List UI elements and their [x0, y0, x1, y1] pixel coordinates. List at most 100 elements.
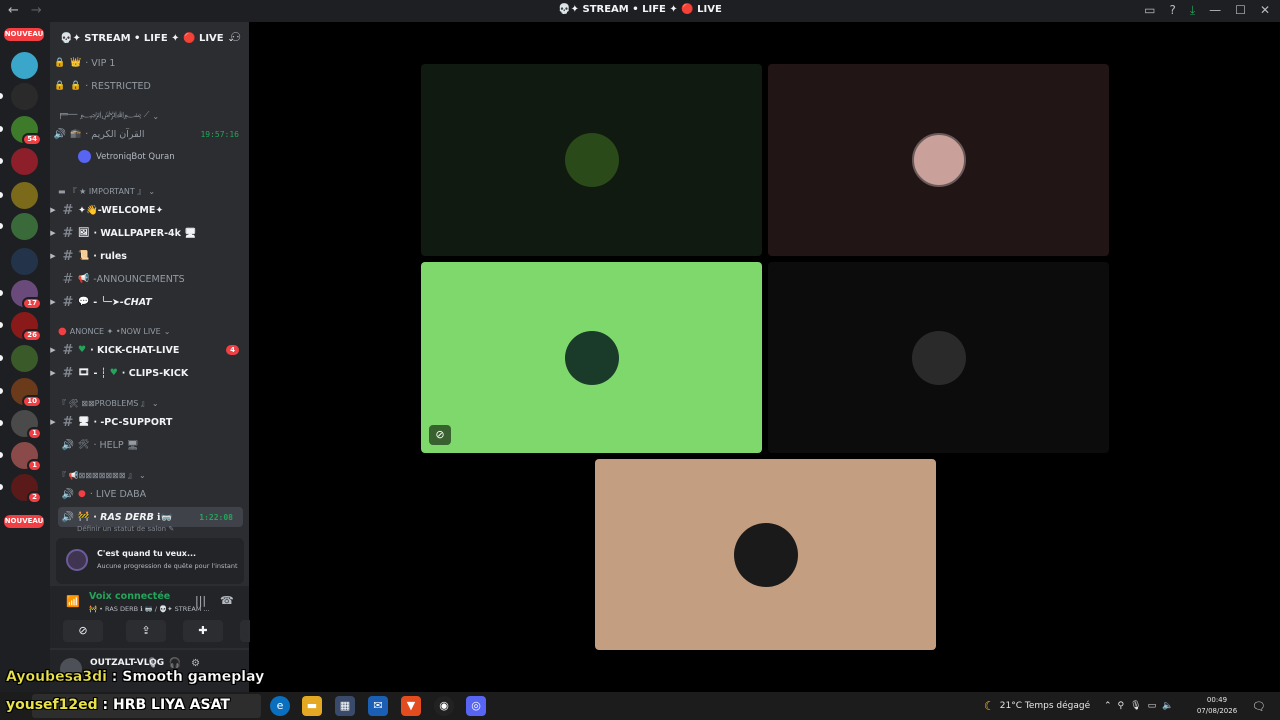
- chevron-up-icon[interactable]: ⌃: [1104, 701, 1112, 711]
- chevron-down-icon: ⌄: [138, 471, 146, 480]
- server-5-icon[interactable]: [11, 182, 38, 209]
- unread-pill: [0, 484, 3, 490]
- volume-icon[interactable]: 🔈: [1162, 701, 1173, 711]
- mail-icon[interactable]: ✉: [368, 696, 388, 716]
- network-icon[interactable]: ⚲: [1118, 701, 1125, 711]
- noise-suppression-icon[interactable]: |||: [195, 594, 206, 607]
- add-user-icon[interactable]: ⚇: [230, 30, 241, 44]
- channel-welcome[interactable]: ▶ # ✦👋-WELCOME✦: [50, 200, 249, 220]
- minimize-button[interactable]: —: [1209, 3, 1221, 18]
- microphone-icon[interactable]: 🎙: [146, 658, 159, 669]
- moon-icon: ☾: [984, 699, 995, 713]
- server-6-icon[interactable]: [11, 213, 38, 240]
- category-live[interactable]: 『 📢⊠⊠⊠⊠⊠⊠⊠ 』 ⌄: [58, 470, 146, 481]
- unread-pill: [0, 452, 3, 458]
- chevron-down-icon: ⌄: [163, 327, 171, 336]
- microphone-icon[interactable]: 🎙: [1130, 701, 1141, 711]
- channel-vip[interactable]: 🔒 👑 · VIP 1: [50, 53, 249, 73]
- tile-dark[interactable]: [768, 262, 1109, 453]
- store-icon[interactable]: ▦: [335, 696, 355, 716]
- channel-clips-kick[interactable]: ▶ # 🎞 - ┆ ♥ · CLIPS-KICK: [50, 363, 249, 383]
- unread-pill: [0, 420, 3, 426]
- scroll-icon: 📜: [78, 251, 90, 261]
- voice-channel-help[interactable]: 🔊 🛠 · HELP 🖥: [50, 435, 249, 455]
- quest-card[interactable]: C'est quand tu veux... Aucune progressio…: [56, 538, 244, 584]
- server-folder-icon[interactable]: [11, 248, 38, 275]
- server-rail: NOUVEAU 54 17 26 10 1 1 2 NOUVEAU: [0, 22, 50, 692]
- goggles-icon: 🥽: [160, 511, 173, 523]
- voice-channel-ras-derb[interactable]: 🔊 🚧 · RAS DERB ℹ 🥽 1:22:08: [58, 507, 243, 527]
- screen-share-icon[interactable]: ⇪: [126, 620, 166, 642]
- battery-icon[interactable]: ▭: [1148, 701, 1157, 711]
- server-3-icon[interactable]: 54: [11, 116, 42, 146]
- monitor-icon: 🖥: [78, 417, 90, 427]
- camera-off-icon[interactable]: ⊘: [63, 620, 103, 642]
- voice-status[interactable]: Voix connectée: [89, 591, 170, 602]
- unread-pill: [0, 192, 3, 198]
- notification-icon[interactable]: 🗨: [1252, 692, 1266, 720]
- signal-icon[interactable]: 📶: [66, 595, 80, 608]
- quest-title: C'est quand tu veux...: [97, 549, 197, 558]
- help-icon[interactable]: ?: [1169, 3, 1175, 18]
- brave-icon[interactable]: ▼: [401, 696, 421, 716]
- obs-icon[interactable]: ◉: [434, 696, 454, 716]
- avatar: [564, 133, 619, 187]
- maximize-button[interactable]: ☐: [1235, 3, 1246, 18]
- voice-channel-quran[interactable]: 🔊 🕋 · القرآن الكريم 19:57:16: [50, 124, 249, 144]
- category-quran[interactable]: ╒═── ﷽ ⟋ ⌄: [58, 110, 159, 123]
- green-heart-icon: ♥: [109, 368, 118, 378]
- channel-restricted[interactable]: 🔒 🔒 · RESTRICTED: [50, 76, 249, 96]
- channel-pc-support[interactable]: ▶ # 🖥 · -PC-SUPPORT: [50, 412, 249, 432]
- server-10-icon[interactable]: 10: [11, 378, 42, 408]
- server-13-icon[interactable]: 2: [11, 474, 42, 504]
- tile-babanof[interactable]: [421, 64, 762, 256]
- voice-timer: 19:57:16: [200, 129, 239, 139]
- headphones-icon[interactable]: 🎧: [169, 658, 181, 669]
- category-anonce[interactable]: ● ANONCE ✦ •NOW LIVE ⌄: [58, 326, 170, 337]
- chevron-down-icon: ⌄: [151, 399, 159, 408]
- voice-channel-name[interactable]: 🚧 • RAS DERB ℹ 🥽 / 💀✦ STREAM ...: [89, 605, 210, 613]
- download-icon[interactable]: ⤓: [1190, 3, 1195, 18]
- server-badge: 10: [22, 395, 42, 408]
- edge-icon[interactable]: e: [270, 696, 290, 716]
- set-status-hint[interactable]: Définir un statut de salon ✎: [77, 525, 174, 533]
- server-8-icon[interactable]: 26: [11, 312, 42, 342]
- server-9-icon[interactable]: [11, 345, 38, 372]
- channel-wallpaper[interactable]: ▶ # 🖼 · WALLPAPER-4k 🖥: [50, 223, 249, 243]
- discord-icon[interactable]: ◎: [466, 696, 486, 716]
- tile-girl[interactable]: [768, 64, 1109, 256]
- guild-header[interactable]: 💀✦ STREAM • LIFE ✦ 🔴 LIVE ⌄ ⚇: [50, 22, 249, 54]
- server-7-icon[interactable]: 17: [11, 280, 42, 310]
- server-badge: 2: [27, 491, 42, 504]
- channel-kick-chat[interactable]: ▶ # ♥ · KICK-CHAT-LIVE 4: [50, 340, 249, 360]
- disconnect-icon[interactable]: ☎: [220, 594, 234, 607]
- folder-icon[interactable]: ▬: [302, 696, 322, 716]
- inbox-icon[interactable]: ▭: [1144, 3, 1155, 18]
- server-2-icon[interactable]: [11, 83, 38, 110]
- clock[interactable]: 00:49 07/08/2026: [1196, 695, 1238, 717]
- chevron-down-icon: ⌄: [148, 187, 156, 196]
- close-button[interactable]: ✕: [1260, 3, 1270, 18]
- voice-user[interactable]: VetroniqBot Quran: [78, 150, 175, 163]
- quest-subtitle: Aucune progression de quête pour l'insta…: [97, 562, 238, 570]
- channel-announcements[interactable]: # 📢 - ANNOUNCEMENTS: [50, 269, 249, 289]
- tile-kick[interactable]: ⊘: [421, 262, 762, 453]
- category-important[interactable]: ▬ 『 ★ IMPORTANT 』 ⌄: [58, 186, 155, 197]
- tile-outzalt[interactable]: [595, 459, 936, 650]
- server-12-icon[interactable]: 1: [11, 442, 42, 472]
- server-11-icon[interactable]: 1: [11, 410, 42, 440]
- activities-icon[interactable]: ✚: [183, 620, 223, 642]
- category-problems[interactable]: 『 🛠 ⊠⊠PROBLEMS 』 ⌄: [58, 398, 159, 409]
- channel-sidebar: 💀✦ STREAM • LIFE ✦ 🔴 LIVE ⌄ ⚇ 🔒 👑 · VIP …: [50, 22, 280, 692]
- gear-icon[interactable]: ⚙: [191, 658, 200, 669]
- caret-icon: ▶: [50, 298, 56, 306]
- server-4-icon[interactable]: [11, 148, 38, 175]
- image-icon: 🖼: [78, 228, 90, 238]
- server-badge: 17: [22, 297, 42, 310]
- channel-chat[interactable]: ▶ # 💬 - ╰─➤-CHAT: [50, 292, 249, 312]
- voice-channel-live-daba[interactable]: 🔊 ● · LIVE DABA: [50, 484, 249, 504]
- server-badge: 1: [27, 459, 42, 472]
- server-1-icon[interactable]: [11, 52, 38, 79]
- weather-widget[interactable]: ☾ 21°C Temps dégagé: [984, 692, 1090, 720]
- channel-rules[interactable]: ▶ # 📜 · rules: [50, 246, 249, 266]
